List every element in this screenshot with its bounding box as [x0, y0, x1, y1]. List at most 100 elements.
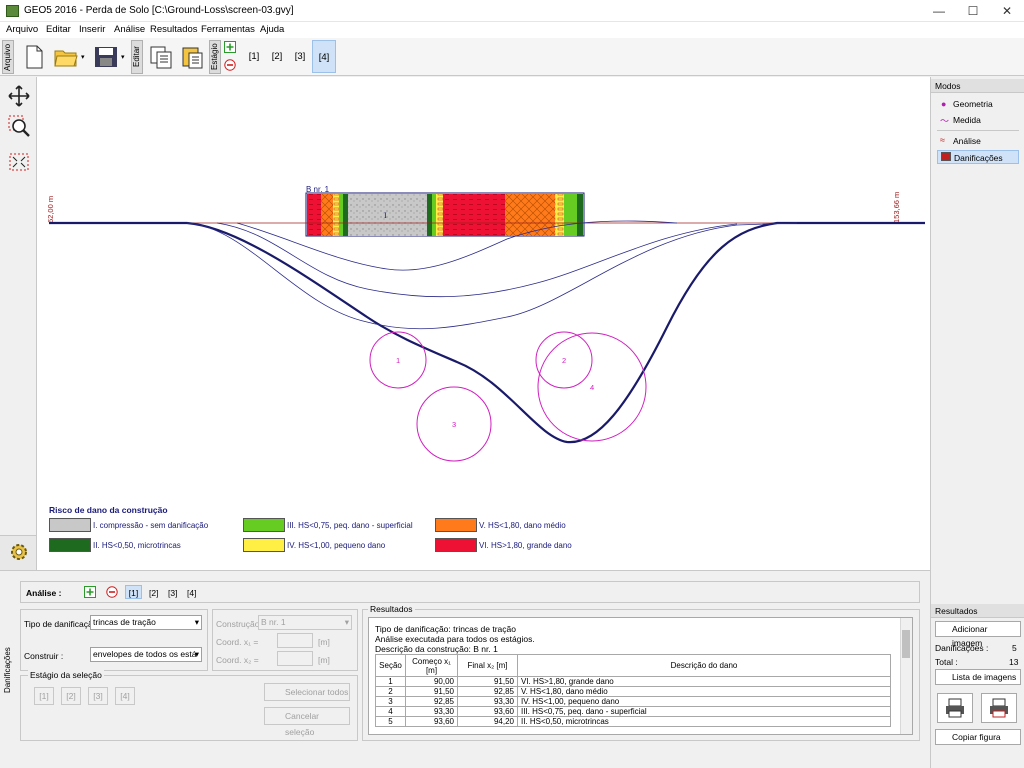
toolbar-stage-2[interactable]: [2] [268, 48, 286, 66]
drawing-canvas[interactable]: 62,00 m 153,66 m B nr. 1 I 1 2 3 4 Risco… [37, 77, 930, 570]
damage-icon [941, 152, 951, 161]
build-value: envelopes de todos os está [93, 649, 197, 659]
legend-label-i: I. compressão - sem danificação [93, 521, 209, 530]
zone-i [348, 194, 427, 236]
zone-vi-left [307, 194, 321, 236]
damages-count-value: 5 [1012, 643, 1017, 653]
row-4-description: III. HS<0,75, peq. dano - superficial [517, 706, 891, 717]
results-title: Resultados [368, 604, 415, 614]
toolbar-stage-3[interactable]: [3] [291, 48, 309, 66]
row-2-start: 91,50 [405, 686, 458, 697]
close-button[interactable]: ✕ [990, 0, 1024, 22]
estagio-tab[interactable]: Estágio [209, 40, 221, 74]
paste-data-icon[interactable] [178, 43, 206, 71]
selection-stage-3[interactable]: [3] [88, 687, 108, 705]
mode-geometria[interactable]: Geometria [937, 97, 1019, 111]
menu-editar[interactable]: Editar [46, 24, 71, 35]
chevron-down-icon: ▾ [344, 617, 349, 627]
selection-stage-title: Estágio da seleção [28, 670, 104, 680]
save-dropdown-icon[interactable]: ▾ [121, 53, 125, 61]
image-list-button[interactable]: Lista de imagens [935, 669, 1021, 685]
remove-stage-icon[interactable] [224, 59, 236, 71]
analysis-stage-1[interactable]: [1] [125, 585, 142, 599]
gear-icon[interactable] [7, 540, 31, 564]
cancel-selection-button[interactable]: Cancelar seleção [264, 707, 350, 737]
selection-stage-4[interactable]: [4] [115, 687, 135, 705]
legend-title: Risco de dano da construção [49, 505, 168, 515]
legend-label-vi: VI. HS>1,80, grande dano [479, 541, 572, 550]
arquivo-tab[interactable]: Arquivo [2, 40, 14, 74]
analysis-label: Análise : [26, 588, 62, 598]
measure-icon: 〜 [940, 116, 950, 126]
zoom-icon[interactable] [8, 115, 32, 139]
copy-data-icon[interactable] [147, 43, 175, 71]
damages-vertical-tab[interactable]: Danificações [3, 577, 17, 763]
row-3-end: 93,30 [457, 696, 518, 707]
coord-x2-input[interactable] [277, 651, 313, 666]
selection-stage-2[interactable]: [2] [61, 687, 81, 705]
add-analysis-icon[interactable] [84, 586, 96, 598]
zone-ii-left [343, 194, 348, 236]
minimize-button[interactable]: — [922, 0, 956, 22]
copy-figure-button[interactable]: Copiar figura [935, 729, 1021, 745]
geometry-icon: ● [941, 99, 947, 109]
menu-ajuda[interactable]: Ajuda [260, 24, 284, 35]
construction-select[interactable]: B nr. 1 ▾ [258, 615, 352, 630]
analysis-stage-3[interactable]: [3] [168, 588, 177, 598]
open-folder-icon[interactable] [52, 43, 80, 71]
row-5-start: 93,60 [405, 716, 458, 727]
window-title: GEO5 2016 - Perda de Solo [C:\Ground-Los… [24, 5, 294, 16]
zone-iii-mid [432, 194, 436, 236]
move-icon[interactable] [8, 85, 30, 107]
new-file-icon[interactable] [20, 43, 48, 71]
zone-iii-left [339, 194, 343, 236]
analysis-stage-4[interactable]: [4] [187, 588, 196, 598]
add-stage-icon[interactable] [224, 41, 236, 53]
table-row: 5 93,60 94,20 II. HS<0,50, microtrincas [375, 716, 891, 727]
add-image-button[interactable]: Adicionar imagem [935, 621, 1021, 648]
construction-value: B nr. 1 [261, 617, 286, 627]
row-4-start: 93,30 [405, 706, 458, 717]
menu-resultados[interactable]: Resultados [150, 24, 198, 35]
toolbar-stage-4[interactable]: [4] [312, 40, 336, 73]
damage-type-value: trincas de tração [93, 617, 156, 627]
legend-label-v: V. HS<1,80, dano médio [479, 521, 566, 530]
zone-vi-right [443, 194, 505, 236]
fit-view-icon[interactable] [8, 151, 30, 173]
zone-iv-left [333, 194, 339, 236]
damage-type-select[interactable]: trincas de tração ▾ [90, 615, 202, 630]
menu-ferramentas[interactable]: Ferramentas [201, 24, 255, 35]
construction-label: Construção [216, 619, 260, 629]
select-all-button[interactable]: Selecionar todos [264, 683, 350, 701]
editar-tab[interactable]: Editar [131, 40, 143, 74]
selection-stage-1[interactable]: [1] [34, 687, 54, 705]
analysis-stage-2[interactable]: [2] [149, 588, 158, 598]
legend-label-iii: III. HS<0,75, peq. dano - superficial [287, 521, 413, 530]
maximize-button[interactable]: ☐ [956, 0, 990, 22]
menu-analise[interactable]: Análise [114, 24, 145, 35]
results-content[interactable]: Tipo de danificação: trincas de tração A… [368, 617, 913, 735]
remove-analysis-icon[interactable] [106, 586, 118, 598]
row-3-description: IV. HS<1,00, pequeno dano [517, 696, 891, 707]
printer-icon [946, 698, 964, 718]
right-dimension-label: 153,66 m [892, 192, 901, 223]
legend-swatch-i [49, 518, 91, 532]
results-scrollbar-thumb[interactable] [902, 630, 910, 658]
row-3-section: 3 [375, 696, 406, 707]
mode-danificacoes-label: Danificações [954, 153, 1003, 163]
menu-inserir[interactable]: Inserir [79, 24, 105, 35]
app-icon [6, 5, 19, 17]
toolbar-stage-1[interactable]: [1] [245, 48, 263, 66]
save-icon[interactable] [92, 43, 120, 71]
menu-arquivo[interactable]: Arquivo [6, 24, 38, 35]
mode-medida[interactable]: Medida [937, 113, 1019, 127]
row-1-section: 1 [375, 676, 406, 687]
coord-x1-input[interactable] [277, 633, 313, 648]
row-5-description: II. HS<0,50, microtrincas [517, 716, 891, 727]
ground-loss-drawing: 62,00 m 153,66 m B nr. 1 I 1 2 3 4 [46, 185, 925, 462]
chevron-down-icon: ▾ [194, 617, 199, 627]
header-section: Seção [375, 654, 406, 677]
open-dropdown-icon[interactable]: ▾ [81, 53, 85, 61]
build-select[interactable]: envelopes de todos os está ▾ [90, 647, 202, 662]
mode-analise[interactable]: Análise [937, 134, 1019, 148]
